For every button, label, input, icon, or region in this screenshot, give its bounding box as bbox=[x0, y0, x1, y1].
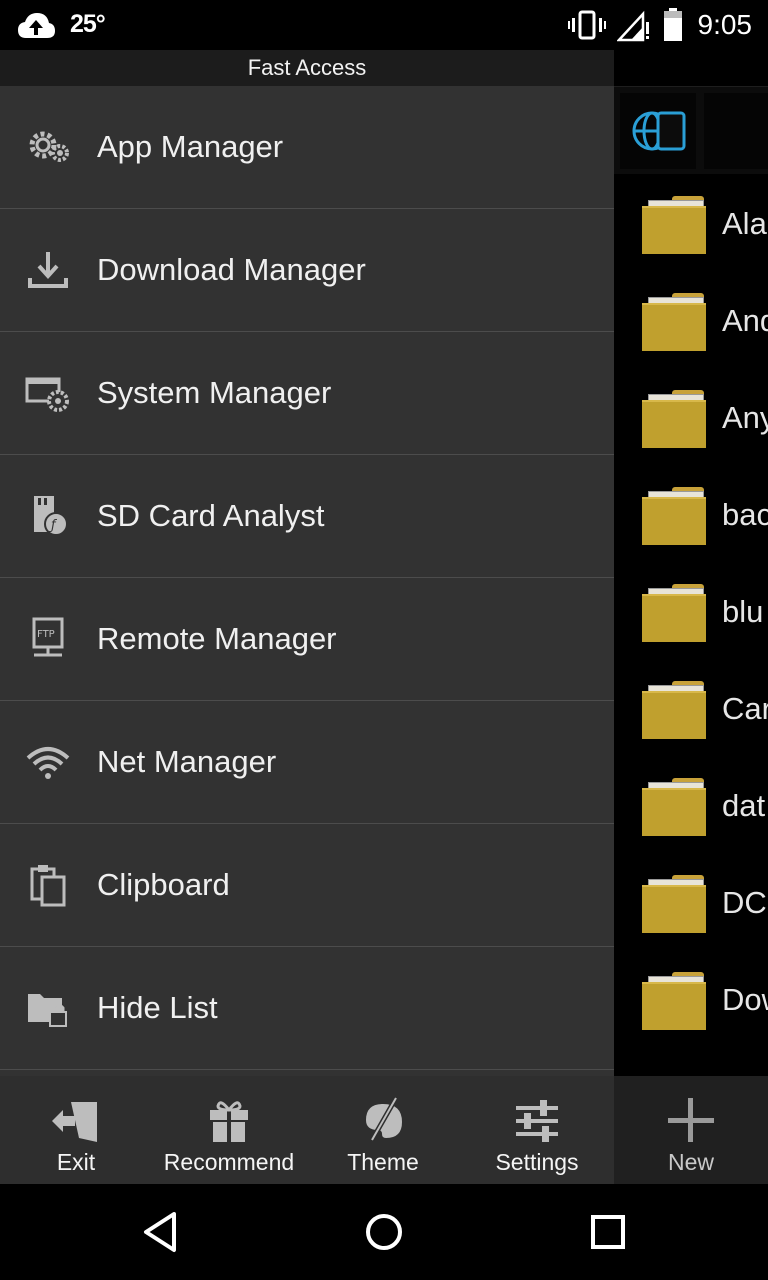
plus-icon bbox=[668, 1098, 714, 1142]
menu-item-sd-card-analyst[interactable]: ƒ SD Card Analyst bbox=[0, 455, 614, 578]
exit-label: Exit bbox=[56, 1149, 96, 1175]
sliders-icon bbox=[516, 1100, 558, 1142]
menu-item-label: Download Manager bbox=[97, 252, 366, 287]
new-button[interactable]: New bbox=[614, 1076, 768, 1184]
settings-button[interactable]: Settings bbox=[460, 1076, 614, 1184]
file-name: bac bbox=[722, 497, 768, 532]
menu-item-hide-list[interactable]: Hide List bbox=[0, 947, 614, 1070]
ftp-icon: FTP bbox=[32, 617, 64, 657]
svg-text:FTP: FTP bbox=[37, 629, 55, 640]
file-name: Car bbox=[722, 691, 768, 726]
menu-item-label: SD Card Analyst bbox=[97, 498, 325, 533]
system-manager-icon bbox=[25, 377, 69, 412]
recents-icon[interactable] bbox=[584, 1208, 632, 1256]
theme-label: Theme bbox=[347, 1149, 419, 1175]
signal-icon bbox=[617, 10, 649, 42]
menu-item-label: App Manager bbox=[97, 129, 284, 164]
exit-icon bbox=[52, 1102, 97, 1142]
menu-item-remote-manager[interactable]: FTP Remote Manager bbox=[0, 578, 614, 701]
file-row[interactable]: blu bbox=[614, 568, 768, 665]
wifi-icon bbox=[26, 747, 70, 779]
recommend-button[interactable]: Recommend bbox=[152, 1076, 306, 1184]
download-icon bbox=[28, 252, 68, 288]
settings-label: Settings bbox=[495, 1149, 579, 1175]
theme-button[interactable]: Theme bbox=[306, 1076, 460, 1184]
folder-icon bbox=[642, 196, 706, 254]
folder-icon bbox=[642, 681, 706, 739]
battery-icon bbox=[664, 8, 682, 41]
menu-item-app-manager[interactable]: App Manager bbox=[0, 86, 614, 209]
folder-icon bbox=[642, 875, 706, 933]
file-name: Dow bbox=[722, 982, 768, 1017]
cloud-upload-icon bbox=[18, 13, 55, 38]
menu-item-net-manager[interactable]: Net Manager bbox=[0, 701, 614, 824]
file-name: Ala bbox=[722, 206, 767, 241]
system-nav-bar bbox=[0, 1184, 768, 1280]
menu-item-download-manager[interactable]: Download Manager bbox=[0, 209, 614, 332]
drawer-title: Fast Access bbox=[0, 50, 614, 86]
folder-icon bbox=[642, 390, 706, 448]
file-browser-toolbar bbox=[614, 86, 768, 174]
folder-icon bbox=[642, 487, 706, 545]
new-label: New bbox=[667, 1149, 714, 1175]
status-bar: 25° 9:05 bbox=[0, 0, 768, 50]
file-row[interactable]: dat bbox=[614, 762, 768, 859]
recommend-label: Recommend bbox=[163, 1149, 295, 1175]
file-row[interactable]: Dow bbox=[614, 956, 768, 1053]
gift-icon bbox=[210, 1101, 248, 1142]
file-row[interactable]: Car bbox=[614, 665, 768, 762]
folder-icon bbox=[642, 293, 706, 351]
file-name: blu bbox=[722, 594, 764, 629]
file-list: Ala And Any bac blu Car dat DCI bbox=[614, 180, 768, 1053]
file-row[interactable]: bac bbox=[614, 471, 768, 568]
folder-icon bbox=[642, 972, 706, 1030]
menu-item-label: Hide List bbox=[97, 990, 218, 1025]
local-network-tab[interactable] bbox=[620, 93, 696, 169]
bottom-toolbar: Exit Recommend Theme Settings New bbox=[0, 1076, 768, 1184]
file-name: Any bbox=[722, 400, 768, 435]
menu-item-clipboard[interactable]: Clipboard bbox=[0, 824, 614, 947]
vibrate-icon bbox=[568, 10, 606, 40]
file-row[interactable]: DCI bbox=[614, 859, 768, 956]
folder-icon bbox=[642, 778, 706, 836]
sd-card-icon: ƒ bbox=[34, 496, 68, 536]
file-name: And bbox=[722, 303, 768, 338]
palette-brush-icon bbox=[366, 1096, 402, 1142]
file-browser-background: Ala And Any bac blu Car dat DCI bbox=[614, 50, 768, 1076]
menu-item-label: Clipboard bbox=[97, 867, 230, 902]
folder-icon bbox=[642, 584, 706, 642]
file-name: dat bbox=[722, 788, 766, 823]
secondary-tab[interactable] bbox=[704, 93, 768, 169]
home-icon[interactable] bbox=[360, 1208, 408, 1256]
back-icon[interactable] bbox=[136, 1208, 184, 1256]
menu-item-label: Net Manager bbox=[97, 744, 277, 779]
menu-item-label: System Manager bbox=[97, 375, 332, 410]
file-row[interactable]: Ala bbox=[614, 180, 768, 277]
clock-text: 9:05 bbox=[697, 9, 753, 40]
exit-button[interactable]: Exit bbox=[0, 1076, 152, 1184]
fast-access-drawer: Fast Access App Manager Download Manager… bbox=[0, 50, 614, 1076]
menu-item-system-manager[interactable]: System Manager bbox=[0, 332, 614, 455]
globe-device-icon bbox=[632, 111, 686, 151]
app-manager-gear-icon bbox=[29, 131, 69, 162]
file-row[interactable]: And bbox=[614, 277, 768, 374]
menu-item-label: Remote Manager bbox=[97, 621, 337, 656]
file-row[interactable]: Any bbox=[614, 374, 768, 471]
clipboard-icon bbox=[30, 865, 66, 907]
file-name: DCI bbox=[722, 885, 768, 920]
hidden-folder-lock-icon bbox=[28, 994, 67, 1027]
temperature-text: 25° bbox=[70, 10, 106, 38]
